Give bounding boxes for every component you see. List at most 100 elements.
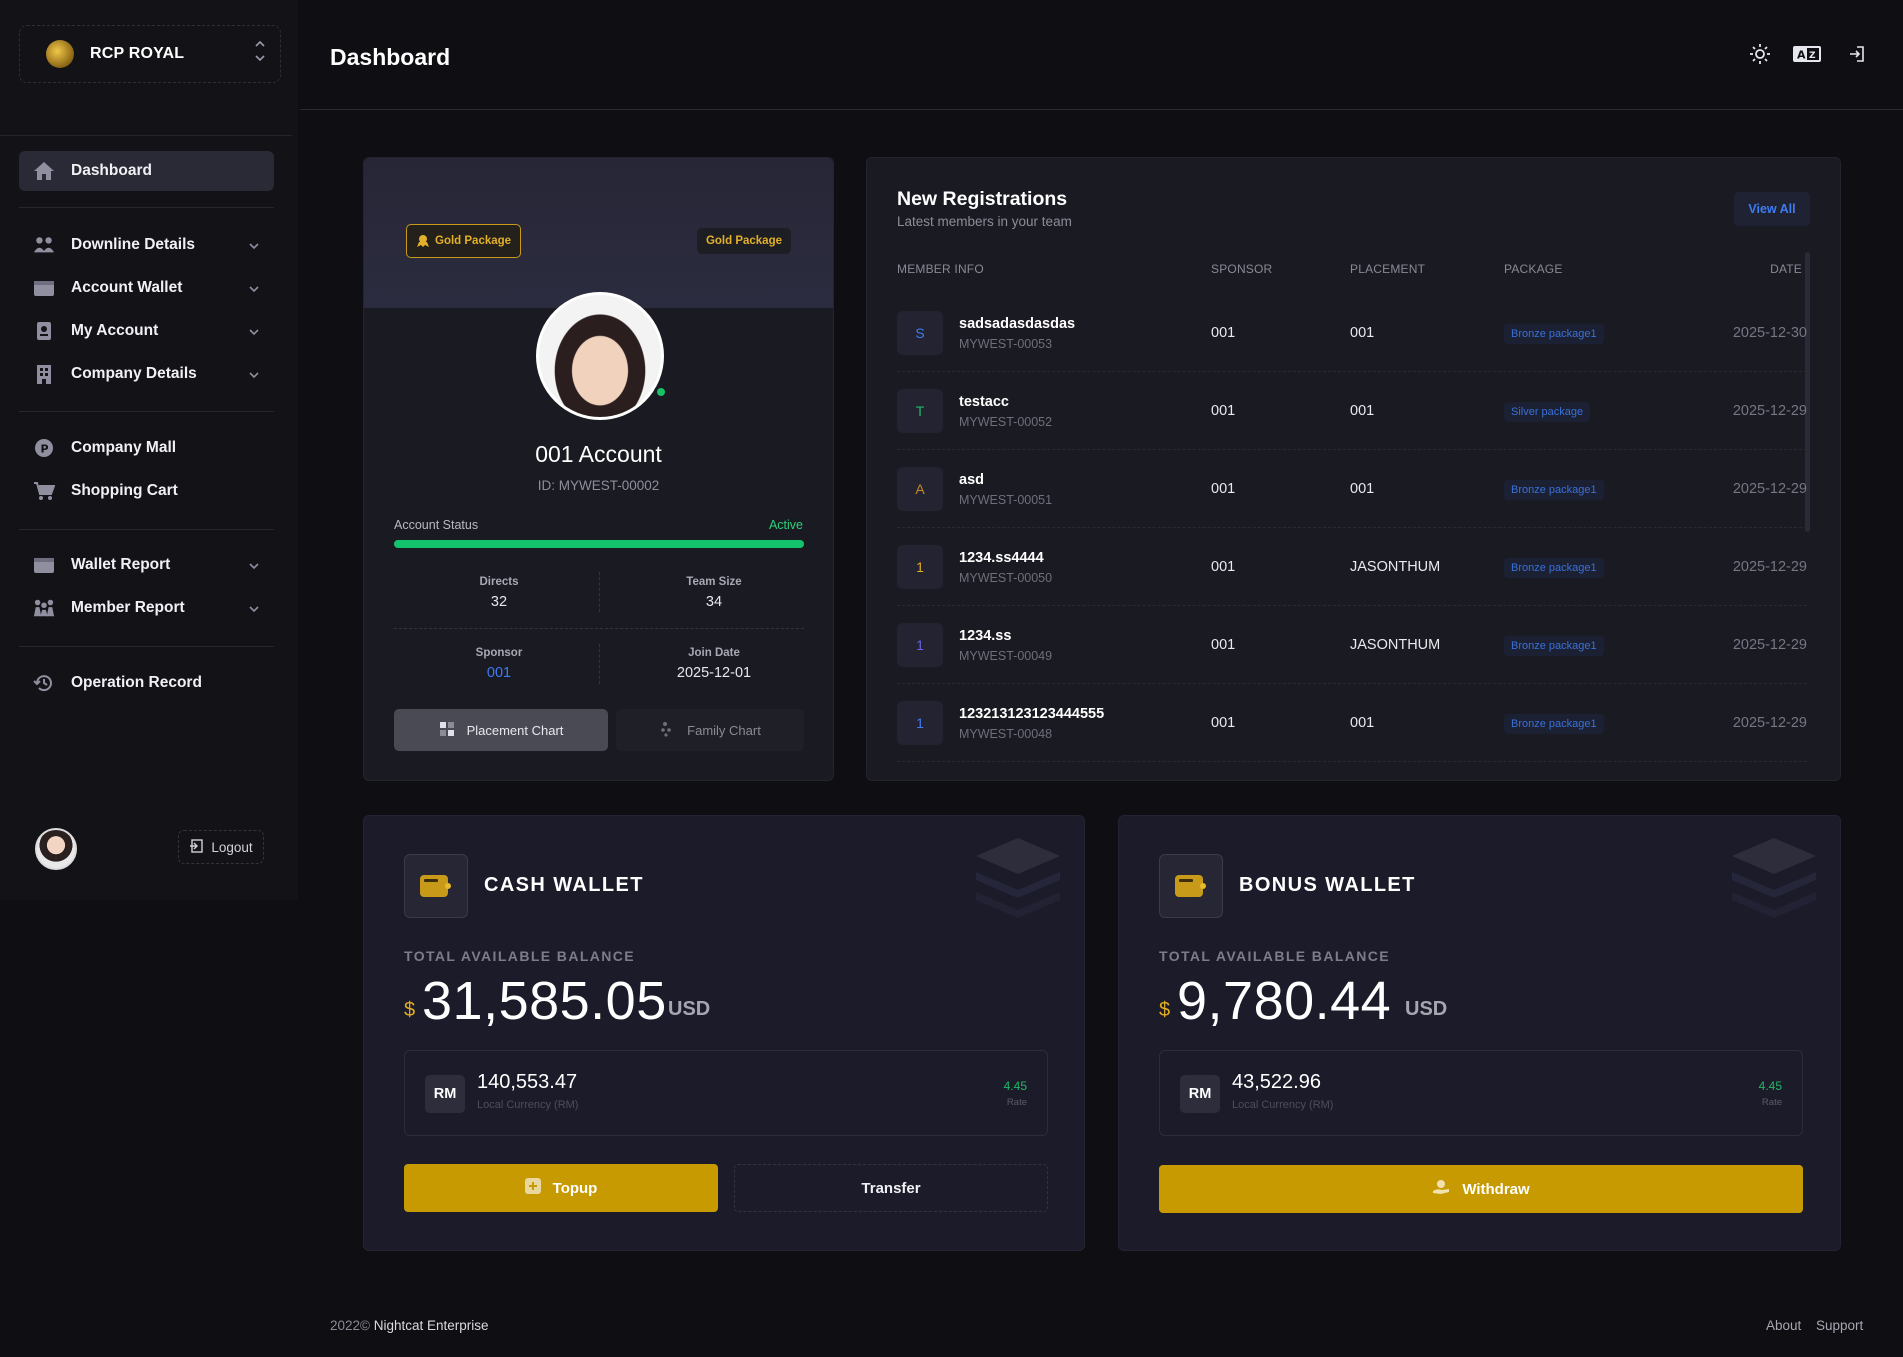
transfer-button[interactable]: Transfer [734, 1164, 1048, 1212]
account-name: 001 Account [535, 441, 662, 467]
account-status-value: Active [768, 518, 803, 532]
stat-value: 2025-12-01 [676, 665, 752, 681]
exchange-rate: 4.45 [1758, 1079, 1782, 1093]
chevron-updown-icon [254, 38, 266, 69]
stat-label: Team Size [686, 576, 742, 588]
avatar[interactable] [35, 828, 77, 870]
about-link[interactable]: About [1766, 1318, 1801, 1333]
date-cell: 2025-12-29 [1732, 559, 1807, 575]
sidebar-item-label: Shopping Cart [71, 482, 178, 499]
table-row[interactable]: 1 123213123123444555 MYWEST-00048 001 001 Bro… [897, 684, 1807, 762]
sidebar-item-label: Company Details [71, 365, 197, 382]
cash-wallet-card: CASH WALLET TOTAL AVAILABLE BALANCE $ 31… [363, 815, 1085, 1251]
rate-label: Rate [1006, 1097, 1027, 1108]
date-cell: 2025-12-29 [1732, 715, 1807, 731]
sidebar-item-member-report[interactable]: Member Report [19, 588, 274, 628]
stat-directs: Directs 32 [399, 576, 599, 610]
table-row[interactable]: Ssadsadasdasdas MYWEST-00053 001 001 Bronze … [897, 294, 1807, 372]
sidebar-item-shopping-cart[interactable]: Shopping Cart [19, 471, 274, 511]
placement-cell: JASONTHUM [1350, 559, 1441, 575]
member-name: 1234.ss [959, 628, 1012, 644]
local-currency-label: Local Currency (RM) [477, 1099, 579, 1111]
balance-amount: 9,780.44 [1177, 971, 1392, 1031]
stat-team-size: Team Size 34 [614, 576, 814, 610]
layers-icon [972, 834, 1064, 929]
divider [19, 207, 274, 208]
language-icon[interactable]: AZ [1792, 43, 1822, 65]
stat-label: Join Date [688, 647, 740, 659]
date-cell: 2025-12-29 [1732, 403, 1807, 419]
brand-name: RCP ROYAL [90, 45, 185, 62]
member-initial: 1 [897, 623, 943, 667]
sidebar: RCP ROYAL Dashboard Downline Details Acc… [0, 0, 298, 900]
table-row[interactable]: Ttestacc MYWEST-00052 001 001 Silver package… [897, 372, 1807, 450]
placement-cell: JASONTHUM [1350, 637, 1441, 653]
svg-text:A: A [1797, 49, 1806, 62]
account-id: ID: MYWEST-00002 [537, 478, 660, 493]
hand-coin-icon [1432, 1179, 1450, 1199]
sponsor-cell: 001 [1211, 403, 1236, 419]
chevron-down-icon [248, 557, 260, 575]
sidebar-item-wallet-report[interactable]: Wallet Report [19, 545, 274, 585]
page-title: Dashboard [330, 44, 451, 70]
company-name: Nightcat Enterprise [373, 1318, 489, 1333]
family-chart-button[interactable]: Family Chart [616, 709, 804, 751]
table-row[interactable]: 1 1234.ss4444 MYWEST-00050 001 JASONTHUM Bron… [897, 528, 1807, 606]
sign-out-icon[interactable] [1845, 43, 1869, 65]
member-initial: 1 [897, 545, 943, 589]
package-badge: Gold Package [406, 224, 522, 258]
member-name: asd [959, 472, 984, 488]
divider [0, 135, 292, 136]
support-link[interactable]: Support [1816, 1318, 1863, 1333]
member-name: sadsadasdasdas [959, 316, 1076, 332]
column-header: DATE [1770, 262, 1802, 276]
sidebar-item-company-mall[interactable]: P Company Mall [19, 428, 274, 468]
sidebar-item-operation-record[interactable]: Operation Record [19, 663, 274, 703]
stat-label: Directs [479, 576, 519, 588]
sidebar-item-label: Company Mall [71, 439, 177, 456]
sidebar-item-downline-details[interactable]: Downline Details [19, 225, 274, 265]
sidebar-item-my-account[interactable]: My Account [19, 311, 274, 351]
registrations-title: New Registrations [897, 188, 1068, 210]
package-badge-label: Gold Package [435, 235, 512, 247]
sidebar-item-account-wallet[interactable]: Account Wallet [19, 268, 274, 308]
member-id: MYWEST-00049 [959, 649, 1053, 663]
theme-toggle-icon[interactable] [1748, 43, 1772, 65]
id-card-icon [33, 321, 55, 341]
sponsor-cell: 001 [1211, 715, 1236, 731]
award-icon [416, 234, 430, 248]
sidebar-item-company-details[interactable]: Company Details [19, 354, 274, 394]
divider [300, 109, 1903, 110]
wallet-icon [404, 854, 468, 918]
package-tag: Bronze package1 [1504, 714, 1604, 734]
logout-button[interactable]: Logout [178, 830, 264, 864]
sponsor-link[interactable]: 001 [399, 665, 599, 681]
sidebar-item-dashboard[interactable]: Dashboard [19, 151, 274, 191]
table-row[interactable]: Aasd MYWEST-00051 001 001 Bronze package1 202… [897, 450, 1807, 528]
member-name: 1234.ss4444 [959, 550, 1044, 566]
member-id: MYWEST-00051 [959, 493, 1053, 507]
chevron-down-icon [248, 280, 260, 298]
table-row[interactable]: 1 1234.ss MYWEST-00049 001 JASONTHUM Bronze p… [897, 606, 1807, 684]
member-initial: S [897, 311, 943, 355]
sidebar-item-label: Member Report [71, 599, 185, 616]
member-id: MYWEST-00053 [959, 337, 1053, 351]
placement-cell: 001 [1350, 715, 1375, 731]
wallet-title: CASH WALLET [484, 874, 644, 896]
member-id: MYWEST-00052 [959, 415, 1053, 429]
local-currency-label: Local Currency (RM) [1232, 1099, 1334, 1111]
topup-button[interactable]: Topup [404, 1164, 718, 1212]
local-amount: 140,553.47 [477, 1071, 578, 1093]
placement-chart-button[interactable]: Placement Chart [394, 709, 608, 751]
local-amount: 43,522.96 [1232, 1071, 1321, 1093]
registrations-card: New Registrations Latest members in your… [866, 157, 1841, 781]
rate-label: Rate [1761, 1097, 1782, 1108]
withdraw-button[interactable]: Withdraw [1159, 1165, 1803, 1213]
local-currency-box: RM 140,553.47 Local Currency (RM) 4.45 R… [404, 1050, 1048, 1136]
column-header: PLACEMENT [1350, 262, 1426, 276]
logout-label: Logout [211, 839, 253, 855]
home-icon [33, 161, 55, 181]
brand-switcher[interactable]: RCP ROYAL [19, 25, 281, 83]
rm-badge: RM [425, 1075, 465, 1113]
view-all-button[interactable]: View All [1734, 192, 1810, 226]
